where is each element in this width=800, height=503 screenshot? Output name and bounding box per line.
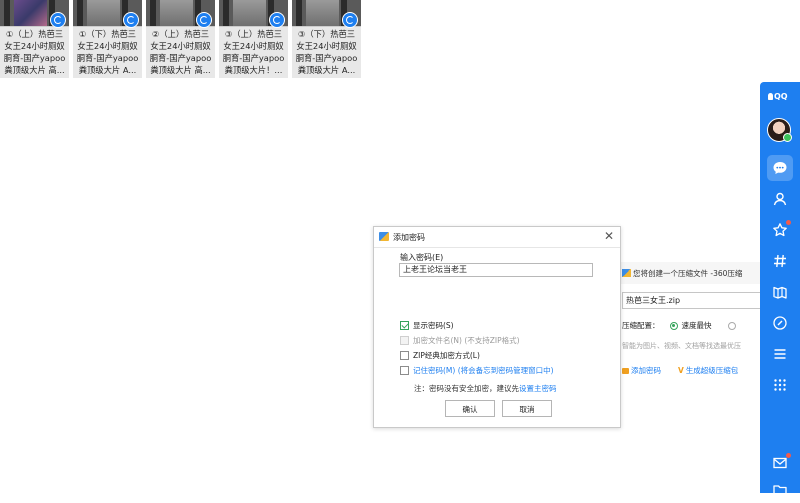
zip-classic-checkbox[interactable] bbox=[400, 351, 409, 360]
thumbnail-strip: ①（上）热芭三 女王24小时厕奴 胴育-国产yapoo 粪顶级大片 高... ①… bbox=[0, 0, 365, 78]
v-icon: V bbox=[678, 366, 684, 375]
mail-icon[interactable] bbox=[767, 450, 793, 476]
video-thumbnail[interactable]: ②（上）热芭三 女王24小时厕奴 胴育-国产yapoo 粪顶级大片 高... bbox=[146, 0, 215, 78]
thumbnail-caption: ③（下）热芭三 女王24小时厕奴 胴育-国产yapoo 粪顶级大片 A... bbox=[295, 29, 358, 75]
browser-badge-icon bbox=[342, 12, 358, 28]
notification-dot bbox=[786, 220, 791, 225]
grid-icon[interactable] bbox=[767, 372, 793, 398]
compress-hint: 智能为图片、视频、文档等找选最优压 bbox=[622, 342, 741, 350]
contacts-icon[interactable] bbox=[767, 186, 793, 212]
star-icon[interactable] bbox=[767, 217, 793, 243]
avatar[interactable] bbox=[767, 118, 792, 142]
set-master-password-link[interactable]: 设置主密码 bbox=[519, 384, 557, 393]
thumbnail-caption: ①（上）热芭三 女王24小时厕奴 胴育-国产yapoo 粪顶级大片 高... bbox=[3, 29, 66, 75]
qq-sidebar: QQ bbox=[760, 82, 800, 496]
browser-badge-icon bbox=[269, 12, 285, 28]
dialog-titlebar[interactable]: 添加密码 ✕ bbox=[374, 227, 620, 248]
confirm-button[interactable]: 确认 bbox=[445, 400, 495, 417]
thumbnail-caption: ③（上）热芭三 女王24小时厕奴 胴育-国产yapoo 粪顶级大片！... bbox=[222, 29, 285, 75]
speed-fastest-radio[interactable] bbox=[669, 321, 678, 330]
password-input-label: 输入密码(E) bbox=[400, 253, 444, 262]
thumbnail-caption: ①（下）热芭三 女王24小时厕奴 胴育-国产yapoo 粪顶级大片 A... bbox=[76, 29, 139, 75]
close-icon[interactable]: ✕ bbox=[604, 229, 614, 243]
video-thumbnail[interactable]: ①（下）热芭三 女王24小时厕奴 胴育-国产yapoo 粪顶级大片 A... bbox=[73, 0, 142, 78]
qq-brand-label: QQ bbox=[774, 92, 788, 101]
archive-icon bbox=[622, 269, 631, 277]
compress-window-title: 您将创建一个压缩文件 -360压缩 bbox=[633, 269, 743, 278]
add-password-label: 添加密码 bbox=[631, 366, 661, 375]
config-label: 压缩配置： bbox=[622, 321, 660, 330]
zip-classic-label: ZIP经典加密方式(L) bbox=[413, 351, 480, 360]
menu-icon[interactable] bbox=[767, 341, 793, 367]
video-thumbnail[interactable]: ③（下）热芭三 女王24小时厕奴 胴育-国产yapoo 粪顶级大片 A... bbox=[292, 0, 361, 78]
compress-window: 您将创建一个压缩文件 -360压缩 热芭三女王.zip 压缩配置： 速度最快 智… bbox=[619, 262, 761, 392]
thumbnail-caption: ②（上）热芭三 女王24小时厕奴 胴育-国产yapoo 粪顶级大片 高... bbox=[149, 29, 212, 75]
archive-icon bbox=[379, 232, 389, 241]
note-text: 注：密码没有安全加密，建议先 bbox=[414, 384, 519, 393]
show-password-option[interactable]: 显示密码(S) bbox=[400, 320, 454, 331]
password-input[interactable] bbox=[399, 263, 593, 277]
browser-badge-icon bbox=[196, 12, 212, 28]
encrypt-filename-option: 加密文件名(N) (不支持ZIP格式) bbox=[400, 335, 520, 346]
encrypt-filename-checkbox bbox=[400, 336, 409, 345]
encrypt-filename-label: 加密文件名(N) (不支持ZIP格式) bbox=[413, 336, 520, 345]
compress-config: 压缩配置： 速度最快 bbox=[622, 320, 740, 331]
video-thumbnail[interactable]: ③（上）热芭三 女王24小时厕奴 胴育-国产yapoo 粪顶级大片！... bbox=[219, 0, 288, 78]
zip-classic-option[interactable]: ZIP经典加密方式(L) bbox=[400, 350, 480, 361]
cancel-button[interactable]: 取消 bbox=[502, 400, 552, 417]
security-note: 注：密码没有安全加密，建议先设置主密码 bbox=[414, 383, 557, 394]
video-thumbnail[interactable]: ①（上）热芭三 女王24小时厕奴 胴育-国产yapoo 粪顶级大片 高... bbox=[0, 0, 69, 78]
super-compress-label: 生成超级压缩包 bbox=[685, 366, 739, 375]
other-config-radio[interactable] bbox=[727, 321, 736, 330]
penguin-icon bbox=[768, 93, 773, 100]
dialog-title: 添加密码 bbox=[393, 233, 425, 242]
map-icon[interactable] bbox=[767, 279, 793, 305]
add-password-dialog: 添加密码 ✕ 输入密码(E) 显示密码(S) 加密文件名(N) (不支持ZIP格… bbox=[373, 226, 621, 428]
folder-icon[interactable] bbox=[767, 477, 793, 503]
remember-password-option[interactable]: 记住密码(M) (将会备忘到密码管理窗口中) bbox=[400, 365, 554, 376]
archive-filename-field[interactable]: 热芭三女王.zip bbox=[622, 292, 761, 309]
super-compress-link[interactable]: V 生成超级压缩包 bbox=[678, 365, 738, 376]
show-password-label: 显示密码(S) bbox=[413, 321, 454, 330]
browser-badge-icon bbox=[50, 12, 66, 28]
show-password-checkbox[interactable] bbox=[400, 321, 409, 330]
hash-icon[interactable] bbox=[767, 248, 793, 274]
compress-window-header[interactable]: 您将创建一个压缩文件 -360压缩 bbox=[620, 262, 761, 284]
remember-password-label: 记住密码(M) (将会备忘到密码管理窗口中) bbox=[413, 366, 554, 375]
notification-dot bbox=[786, 453, 791, 458]
online-status-icon bbox=[783, 133, 792, 142]
config-selected-label: 速度最快 bbox=[681, 321, 712, 330]
remember-password-checkbox[interactable] bbox=[400, 366, 409, 375]
qq-brand: QQ bbox=[768, 92, 788, 101]
add-password-link[interactable]: 添加密码 bbox=[622, 365, 661, 376]
chat-icon[interactable] bbox=[767, 155, 793, 181]
browser-badge-icon bbox=[123, 12, 139, 28]
link-icon[interactable] bbox=[767, 310, 793, 336]
lock-icon bbox=[622, 367, 629, 374]
